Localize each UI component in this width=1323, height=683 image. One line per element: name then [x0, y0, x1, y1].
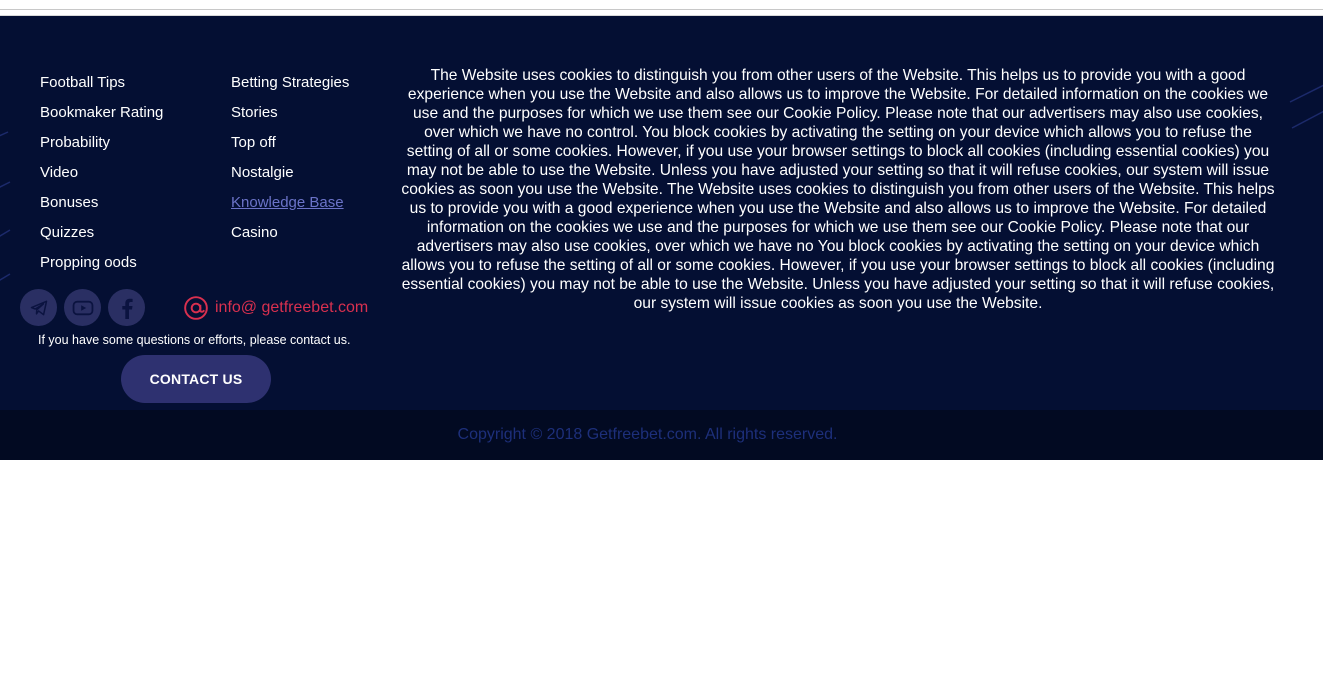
footer-link-propping-oods[interactable]: Propping oods	[40, 248, 163, 278]
footer-link-bookmaker-rating[interactable]: Bookmaker Rating	[40, 98, 163, 128]
social-links	[20, 289, 145, 327]
facebook-link[interactable]	[108, 289, 145, 326]
youtube-link[interactable]	[64, 289, 101, 326]
youtube-icon	[72, 300, 93, 315]
copyright-bar: Copyright © 2018 Getfreebet.com. All rig…	[0, 410, 1323, 460]
footer-link-bonuses[interactable]: Bonuses	[40, 188, 163, 218]
telegram-icon	[30, 300, 47, 315]
footer-link-video[interactable]: Video	[40, 158, 163, 188]
footer-link-nostalgie[interactable]: Nostalgie	[231, 158, 349, 188]
footer-link-top-off[interactable]: Top off	[231, 128, 349, 158]
copyright-text: Copyright © 2018 Getfreebet.com. All rig…	[457, 426, 838, 443]
footer-link-football-tips[interactable]: Football Tips	[40, 68, 163, 98]
footer-link-knowledge-base[interactable]: Knowledge Base	[231, 188, 349, 218]
cookie-notice-text: The Website uses cookies to distinguish …	[401, 67, 1275, 312]
at-sign-icon	[184, 296, 208, 320]
telegram-link[interactable]	[20, 289, 57, 326]
footer-link-casino[interactable]: Casino	[231, 218, 349, 248]
page-top-divider	[0, 0, 1323, 16]
footer-link-probability[interactable]: Probability	[40, 128, 163, 158]
footer-link-quizzes[interactable]: Quizzes	[40, 218, 163, 248]
contact-us-button[interactable]: CONTACT US	[121, 355, 271, 403]
footer-link-stories[interactable]: Stories	[231, 98, 349, 128]
footer-links-col2: Betting Strategies Stories Top off Nosta…	[231, 68, 349, 248]
facebook-icon	[121, 298, 133, 319]
email-text: info@ getfreebet.com	[215, 299, 369, 316]
site-footer: Football Tips Bookmaker Rating Probabili…	[0, 16, 1323, 410]
footer-link-betting-strategies[interactable]: Betting Strategies	[231, 68, 349, 98]
footer-links-col1: Football Tips Bookmaker Rating Probabili…	[40, 68, 163, 278]
contact-email[interactable]: info@ getfreebet.com	[183, 294, 368, 322]
contact-prompt: If you have some questions or efforts, p…	[38, 333, 351, 347]
